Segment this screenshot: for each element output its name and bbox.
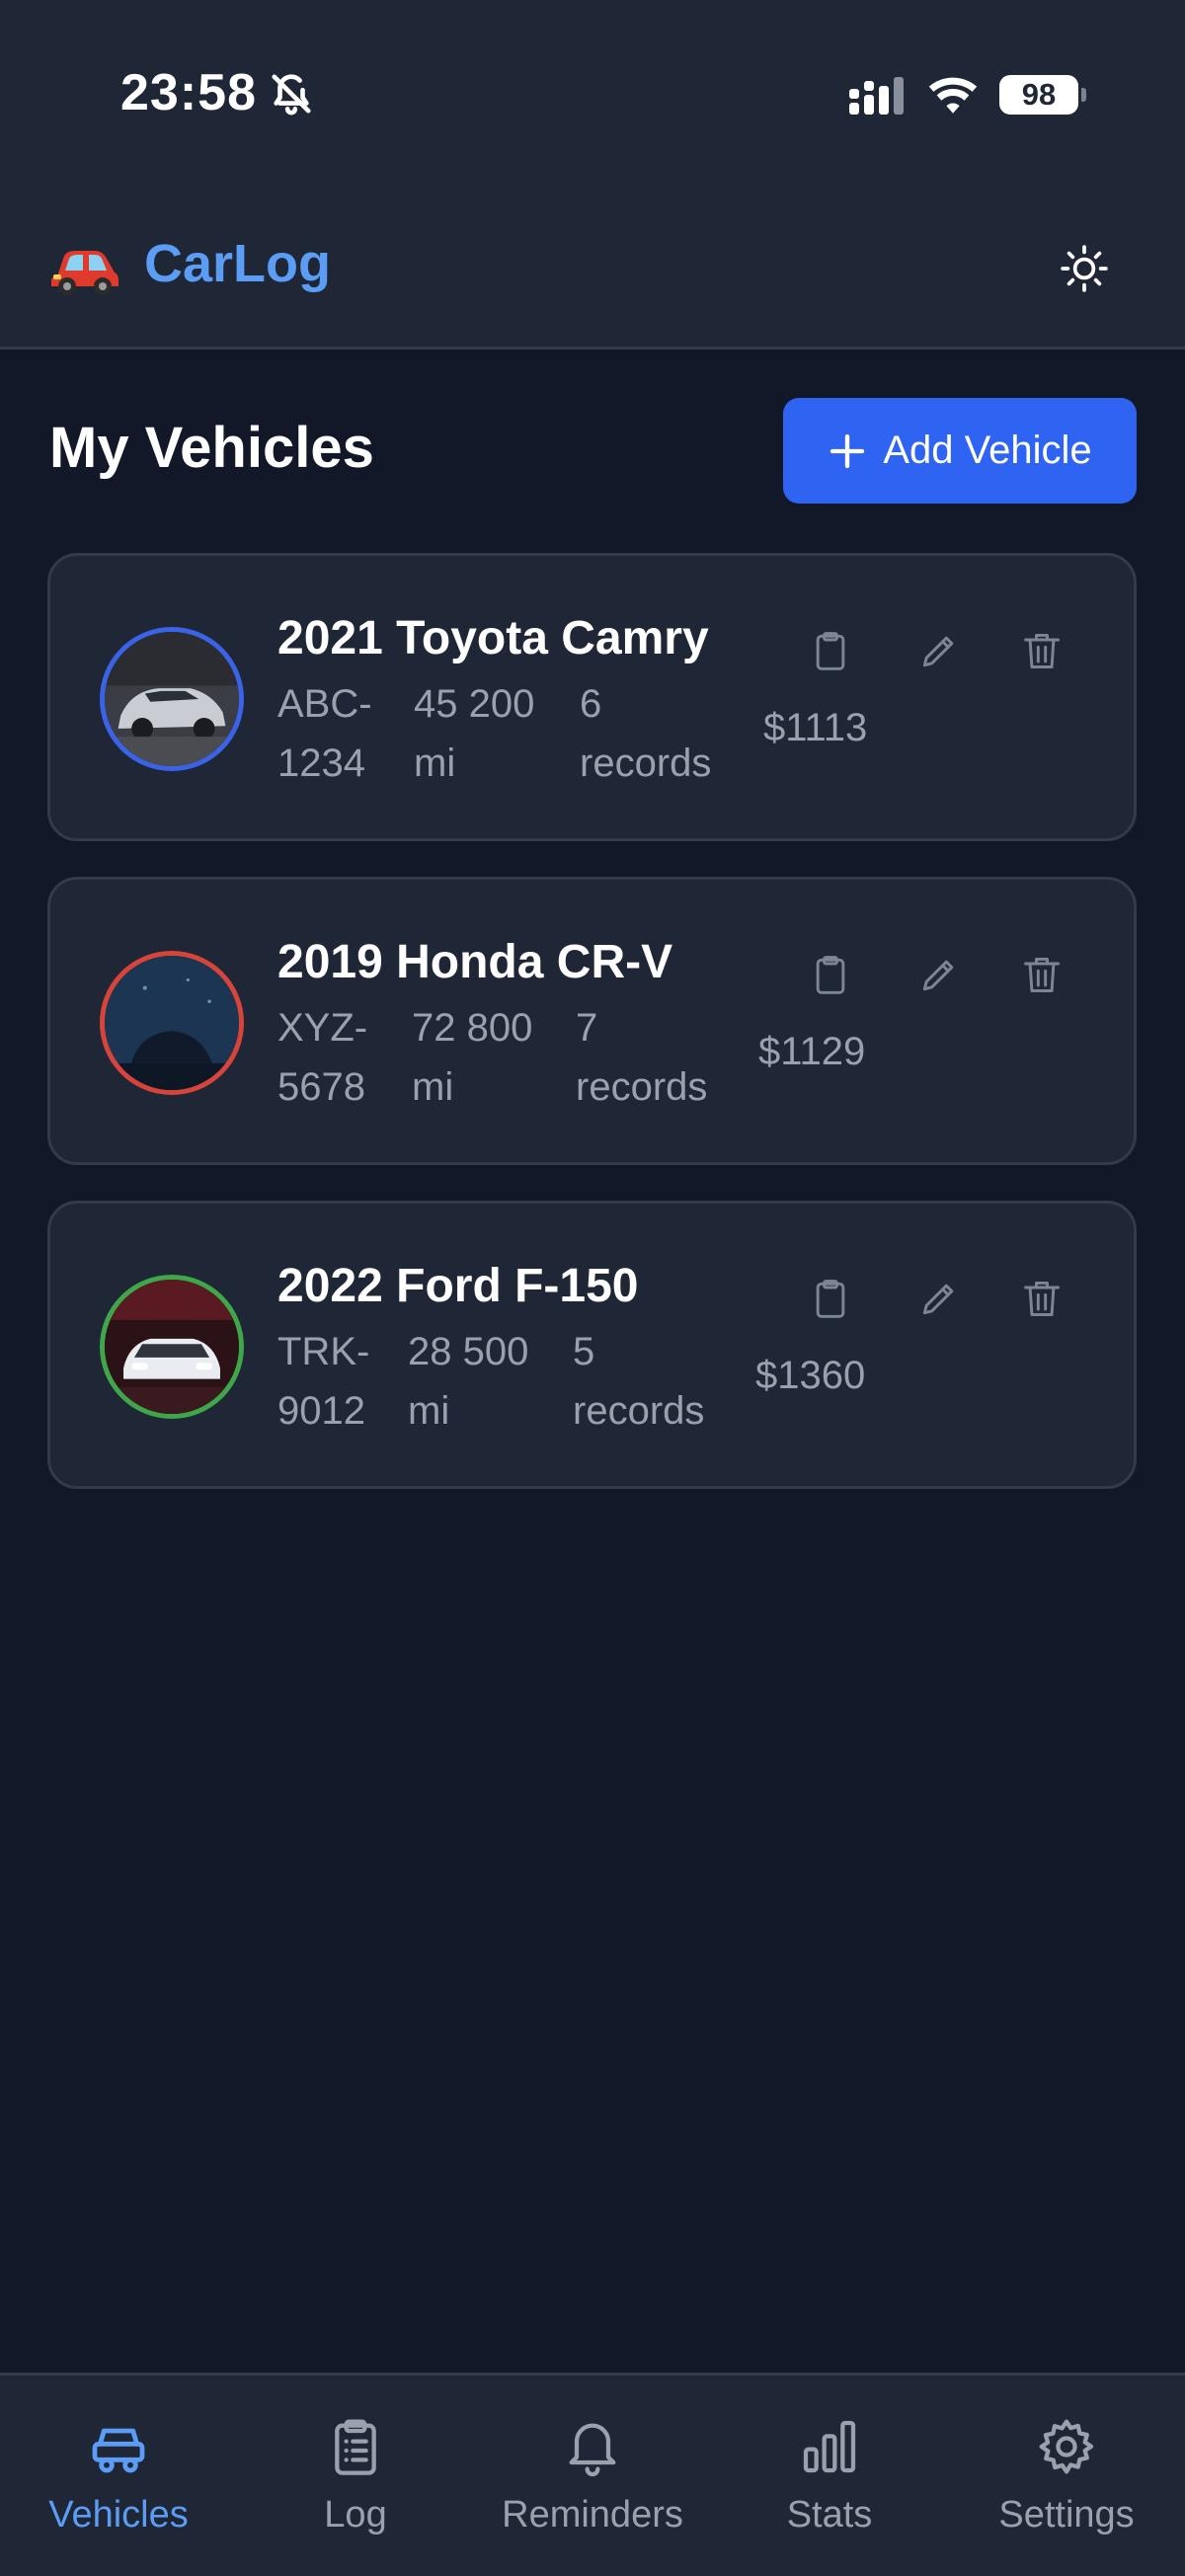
car-photo-icon: [105, 1280, 239, 1414]
vehicle-mileage: 28 500 mi: [408, 1322, 528, 1441]
app-header: CarLog: [0, 188, 1185, 350]
vehicle-name: 2019 Honda CR-V: [277, 936, 673, 988]
pencil-icon: [922, 960, 954, 991]
plate-line-1: TRK-: [277, 1330, 370, 1373]
vehicle-cost: $1129: [758, 1030, 866, 1073]
nav-log[interactable]: Log: [237, 2376, 474, 2576]
clipboard-icon: [816, 1280, 845, 1318]
vehicle-name: 2022 Ford F-150: [277, 1260, 639, 1312]
wifi-icon: [928, 77, 978, 114]
bottom-nav: Vehicles Log Reminders Stats Settings: [0, 2373, 1185, 2576]
vehicle-card[interactable]: 2022 Ford F-150 TRK- 9012 28 500 mi 5 re…: [47, 1201, 1137, 1489]
pencil-icon: [922, 636, 954, 667]
trash-icon: [1024, 1281, 1060, 1316]
car-emoji-icon: [51, 251, 118, 295]
edit-vehicle-button[interactable]: [911, 623, 967, 678]
vehicle-avatar: [100, 1275, 244, 1419]
plus-icon: [830, 433, 865, 468]
add-vehicle-label: Add Vehicle: [883, 429, 1092, 472]
trash-icon: [1024, 957, 1060, 992]
mileage-line-2: mi: [414, 742, 456, 785]
car-icon: [92, 2428, 145, 2473]
vehicle-plate: TRK- 9012: [277, 1322, 369, 1441]
vehicle-records: 6 records: [580, 674, 711, 793]
edit-vehicle-button[interactable]: [911, 1271, 967, 1326]
bar-chart-icon: [803, 2420, 856, 2473]
battery-icon: 98: [999, 75, 1086, 115]
bell-off-icon: [272, 74, 311, 116]
vehicle-name: 2021 Toyota Camry: [277, 612, 709, 664]
bell-icon: [569, 2423, 616, 2477]
plate-line-1: ABC-: [277, 682, 372, 726]
nav-label: Reminders: [502, 2494, 683, 2536]
view-log-button[interactable]: [803, 623, 858, 678]
vehicle-cost: $1360: [755, 1354, 866, 1397]
nav-stats[interactable]: Stats: [711, 2376, 948, 2576]
status-bar: 23:58 98: [0, 0, 1185, 188]
mileage-line-1: 72 800: [412, 1006, 533, 1050]
vehicle-records: 5 records: [573, 1322, 704, 1441]
nav-settings[interactable]: Settings: [948, 2376, 1185, 2576]
records-line-2: records: [576, 1065, 708, 1109]
mileage-line-2: mi: [408, 1389, 450, 1433]
clipboard-icon: [816, 632, 845, 670]
car-photo-icon: [105, 956, 239, 1090]
view-log-button[interactable]: [803, 947, 858, 1002]
nav-label: Settings: [998, 2494, 1135, 2536]
nav-label: Vehicles: [48, 2494, 189, 2536]
plate-line-2: 9012: [277, 1389, 365, 1433]
plate-line-1: XYZ-: [277, 1006, 368, 1050]
theme-toggle-button[interactable]: [1055, 239, 1114, 298]
records-line-1: 7: [576, 1006, 598, 1050]
car-photo-icon: [105, 632, 239, 766]
vehicle-card[interactable]: 2021 Toyota Camry ABC- 1234 45 200 mi 6 …: [47, 553, 1137, 841]
edit-vehicle-button[interactable]: [911, 947, 967, 1002]
vehicle-plate: XYZ- 5678: [277, 998, 367, 1117]
trash-icon: [1024, 633, 1060, 668]
vehicle-avatar: [100, 951, 244, 1095]
vehicle-mileage: 45 200 mi: [414, 674, 534, 793]
delete-vehicle-button[interactable]: [1014, 947, 1069, 1002]
vehicle-avatar: [100, 627, 244, 771]
app-title: CarLog: [144, 234, 331, 293]
gear-icon: [1039, 2419, 1094, 2474]
plate-line-2: 5678: [277, 1065, 365, 1109]
mileage-line-1: 45 200: [414, 682, 535, 726]
records-line-2: records: [573, 1389, 705, 1433]
vehicle-plate: ABC- 1234: [277, 674, 372, 793]
vehicle-card[interactable]: 2019 Honda CR-V XYZ- 5678 72 800 mi 7 re…: [47, 877, 1137, 1165]
clipboard-icon: [816, 956, 845, 994]
pencil-icon: [922, 1284, 954, 1315]
vehicle-cost: $1113: [763, 706, 868, 749]
nav-label: Stats: [786, 2494, 873, 2536]
status-time: 23:58: [120, 64, 257, 121]
records-line-1: 6: [580, 682, 602, 726]
records-line-1: 5: [573, 1330, 595, 1373]
vehicle-mileage: 72 800 mi: [412, 998, 532, 1117]
sun-icon: [1061, 245, 1108, 292]
view-log-button[interactable]: [803, 1271, 858, 1326]
signal-icon: [849, 77, 904, 115]
page-title: My Vehicles: [49, 416, 374, 480]
clipboard-list-icon: [335, 2419, 376, 2475]
mileage-line-2: mi: [412, 1065, 454, 1109]
nav-vehicles[interactable]: Vehicles: [0, 2376, 237, 2576]
plate-line-2: 1234: [277, 742, 365, 785]
nav-reminders[interactable]: Reminders: [474, 2376, 711, 2576]
delete-vehicle-button[interactable]: [1014, 623, 1069, 678]
nav-label: Log: [324, 2494, 387, 2536]
add-vehicle-button[interactable]: Add Vehicle: [783, 398, 1137, 504]
records-line-2: records: [580, 742, 712, 785]
vehicle-records: 7 records: [576, 998, 707, 1117]
mileage-line-1: 28 500: [408, 1330, 529, 1373]
delete-vehicle-button[interactable]: [1014, 1271, 1069, 1326]
